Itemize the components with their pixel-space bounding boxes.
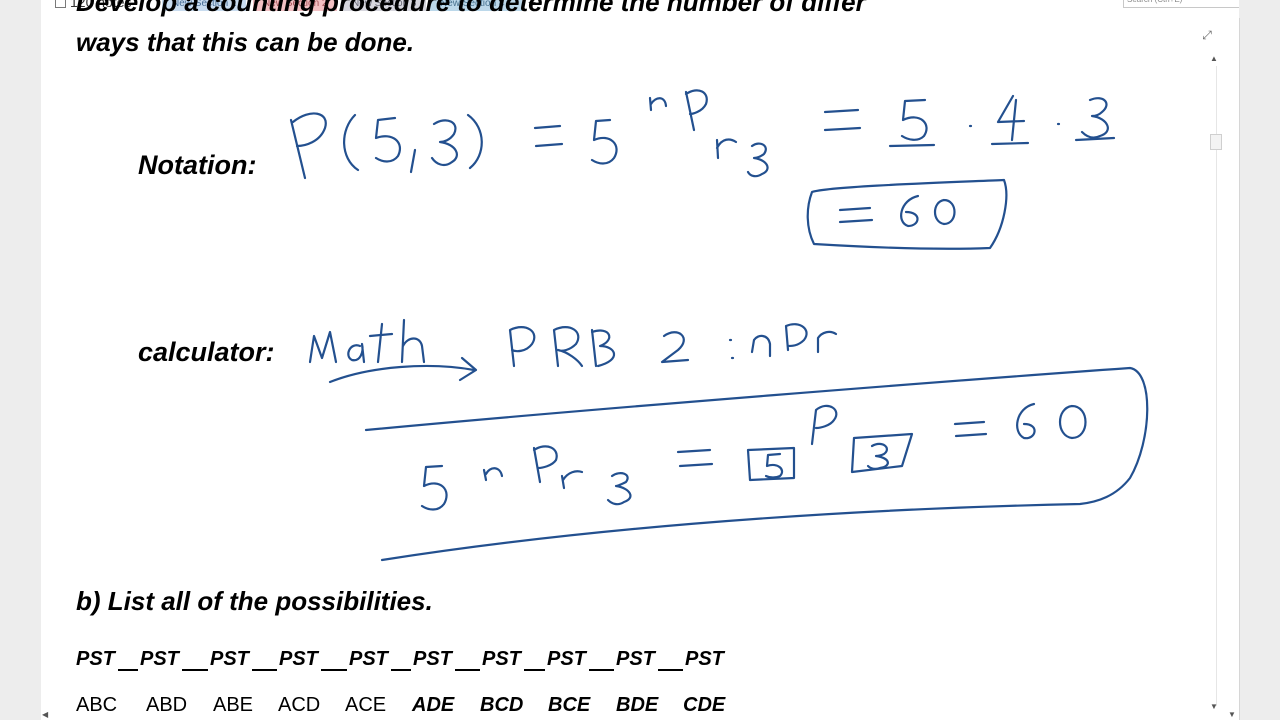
pst-label: PST [140, 648, 179, 670]
combination-item: ACD [278, 694, 321, 716]
handwriting-calc-expr [420, 402, 1087, 511]
combinations-row: ABC ABD ABE ACD ACE ADE BCD BCE BDE CDE [76, 694, 776, 720]
underline-separator [524, 669, 545, 671]
underline-separator [391, 669, 411, 671]
pst-label: PST [349, 648, 388, 670]
pst-label: PST [685, 648, 724, 670]
pst-label: PST [279, 648, 318, 670]
pst-label: PST [76, 648, 115, 670]
combination-item: ABD [146, 694, 188, 716]
handwriting-p53 [289, 112, 483, 180]
combination-item: ABC [76, 694, 118, 716]
underline-separator [455, 669, 480, 671]
combination-item: BCE [548, 694, 591, 716]
handwriting-product [823, 94, 1116, 148]
pst-label: PST [210, 648, 249, 670]
pst-label: PST [616, 648, 655, 670]
pst-label: PST [482, 648, 521, 670]
handwriting-npr-notation [533, 89, 769, 178]
pst-label: PST [413, 648, 452, 670]
underline-separator [658, 669, 683, 671]
handwriting-boxed-60 [806, 178, 1008, 250]
combination-item: ACE [345, 694, 387, 716]
combination-item: BCD [480, 694, 524, 716]
pst-labels-row: PST PST PST PST PST PST PST PST PST PST [76, 648, 756, 672]
underline-separator [118, 669, 138, 671]
combination-item: ADE [412, 694, 455, 716]
underline-separator [321, 669, 347, 671]
handwriting-ink [289, 89, 1149, 562]
underline-separator [182, 669, 208, 671]
underline-separator [589, 669, 614, 671]
combination-item: BDE [616, 694, 659, 716]
combination-item: CDE [683, 694, 726, 716]
pst-label: PST [547, 648, 586, 670]
handwriting-calc-keys [308, 318, 838, 384]
handwriting-calc-loop [364, 366, 1149, 562]
combination-item: ABE [213, 694, 254, 716]
underline-separator [252, 669, 277, 671]
